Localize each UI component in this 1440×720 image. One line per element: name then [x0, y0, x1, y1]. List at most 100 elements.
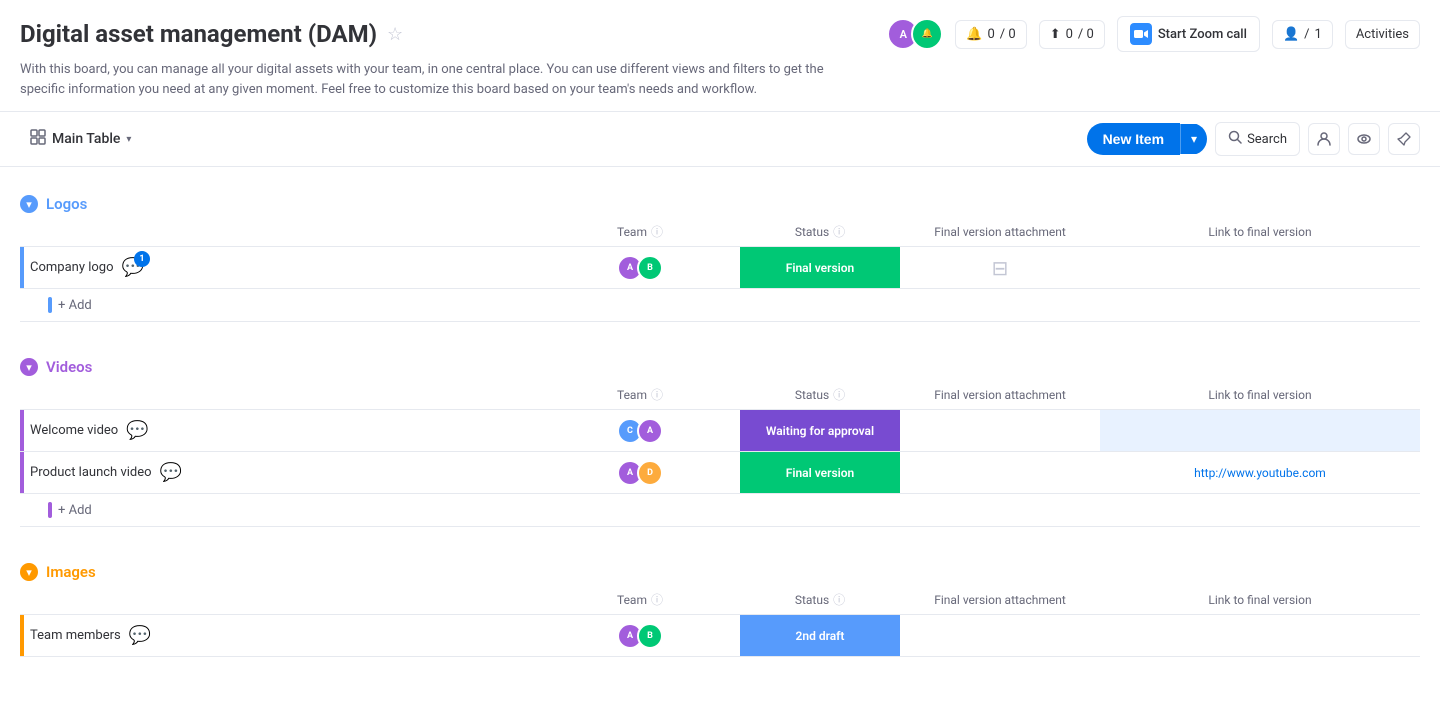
group-logos-collapse[interactable]: ▾: [20, 195, 38, 213]
group-logos-title[interactable]: Logos: [46, 195, 87, 213]
videos-row-1-status[interactable]: Final version: [740, 452, 900, 493]
zoom-icon: [1130, 23, 1152, 45]
chat-icon[interactable]: 💬: [129, 625, 151, 646]
status-badge[interactable]: Waiting for approval: [740, 410, 900, 451]
people-icon: 👤: [1283, 27, 1299, 42]
notification-wrapper: 💬 1: [122, 257, 144, 278]
header-right: A 🔔 🔔 0 / 0 ⬆ 0 / 0 Start: [887, 16, 1420, 52]
logos-table: Team ⓘ Status ⓘ Final version attachment…: [20, 213, 1420, 322]
group-images: ▾ Images Team ⓘ Status ⓘ Final version a…: [20, 563, 1420, 657]
group-videos: ▾ Videos Team ⓘ Status ⓘ Final version a…: [20, 358, 1420, 527]
new-item-main-btn[interactable]: New Item: [1087, 123, 1180, 155]
logos-row-0: Company logo 💬 1 A B Final version: [20, 247, 1420, 289]
status-info-icon-i[interactable]: ⓘ: [833, 591, 845, 608]
zoom-btn[interactable]: Start Zoom call: [1117, 16, 1260, 52]
team-avatar-2: B: [637, 255, 663, 281]
group-videos-title[interactable]: Videos: [46, 358, 92, 376]
videos-row-0-team[interactable]: C A: [540, 410, 740, 451]
avatar-group-row: A B: [617, 255, 663, 281]
link-anchor[interactable]: http://www.youtube.com: [1194, 466, 1326, 480]
logos-row-0-status[interactable]: Final version: [740, 247, 900, 288]
main-table-btn[interactable]: Main Table ▾: [20, 123, 141, 155]
chevron-down-icon: ▾: [126, 134, 131, 145]
images-row-0-status[interactable]: 2nd draft: [740, 615, 900, 656]
videos-col-status: Status ⓘ: [740, 386, 900, 403]
team-info-icon-v[interactable]: ⓘ: [651, 386, 663, 403]
team-avatar-2: B: [637, 623, 663, 649]
row-name-text: Product launch video: [30, 465, 152, 480]
videos-row-0-name: Welcome video 💬: [24, 410, 540, 451]
chat-icon[interactable]: 💬: [160, 462, 182, 483]
people-count: 1: [1315, 27, 1322, 42]
logos-col-link: Link to final version: [1100, 225, 1420, 239]
logos-col-attachment: Final version attachment: [900, 225, 1100, 239]
group-logos-header: ▾ Logos: [20, 195, 1420, 213]
status-badge[interactable]: Final version: [740, 247, 900, 288]
status-badge[interactable]: Final version: [740, 452, 900, 493]
toolbar: Main Table ▾ New Item ▾ Search: [0, 112, 1440, 167]
videos-col-attachment: Final version attachment: [900, 388, 1100, 402]
new-item-btn[interactable]: New Item ▾: [1087, 123, 1208, 155]
new-item-dropdown-btn[interactable]: ▾: [1180, 124, 1207, 154]
videos-row-1-attachment: [900, 452, 1100, 493]
people-btn[interactable]: 👤 / 1: [1272, 20, 1333, 49]
add-row-border: [48, 297, 52, 313]
status-info-icon-v[interactable]: ⓘ: [833, 386, 845, 403]
status-badge[interactable]: 2nd draft: [740, 615, 900, 656]
row-name-text: Welcome video: [30, 423, 118, 438]
board-title: Digital asset management (DAM): [20, 20, 377, 48]
star-icon[interactable]: ☆: [387, 24, 403, 45]
eye-icon-btn[interactable]: [1348, 123, 1380, 155]
notification-badge: 1: [134, 251, 150, 267]
group-images-title[interactable]: Images: [46, 563, 96, 581]
activity-btn[interactable]: Activities: [1345, 20, 1420, 49]
link-highlight[interactable]: [1100, 410, 1420, 451]
content: ▾ Logos Team ⓘ Status ⓘ Final version at…: [0, 195, 1440, 657]
avatar-group[interactable]: A 🔔: [887, 18, 943, 50]
videos-row-0-status[interactable]: Waiting for approval: [740, 410, 900, 451]
toolbar-right: New Item ▾ Search: [1087, 122, 1420, 156]
group-logos: ▾ Logos Team ⓘ Status ⓘ Final version at…: [20, 195, 1420, 322]
row-name-text: Team members: [30, 628, 121, 643]
avatar-group-row: A D: [617, 460, 663, 486]
logos-row-0-team[interactable]: A B: [540, 247, 740, 288]
logos-col-status: Status ⓘ: [740, 223, 900, 240]
group-images-collapse[interactable]: ▾: [20, 563, 38, 581]
group-images-header: ▾ Images: [20, 563, 1420, 581]
images-row-0-name: Team members 💬: [24, 615, 540, 656]
team-info-icon[interactable]: ⓘ: [651, 223, 663, 240]
avatar-group-row: A B: [617, 623, 663, 649]
search-btn[interactable]: Search: [1215, 122, 1300, 156]
videos-row-0-link: [1100, 410, 1420, 451]
chat-icon[interactable]: 💬: [126, 420, 148, 441]
add-row-border: [48, 502, 52, 518]
videos-row-1-link[interactable]: http://www.youtube.com: [1100, 452, 1420, 493]
team-info-icon-i[interactable]: ⓘ: [651, 591, 663, 608]
person-icon-btn[interactable]: [1308, 123, 1340, 155]
images-row-0-attachment: [900, 615, 1100, 656]
group-videos-collapse[interactable]: ▾: [20, 358, 38, 376]
videos-row-1-team[interactable]: A D: [540, 452, 740, 493]
notifications-btn[interactable]: 🔔 0 / 0: [955, 20, 1026, 49]
images-row-0-link: [1100, 615, 1420, 656]
images-col-link: Link to final version: [1100, 593, 1420, 607]
avatar-2: 🔔: [911, 18, 943, 50]
videos-row-0: Welcome video 💬 C A Waiting for approval: [20, 410, 1420, 452]
updates-btn[interactable]: ⬆ 0 / 0: [1039, 20, 1105, 49]
images-col-attachment: Final version attachment: [900, 593, 1100, 607]
logos-row-0-attachment[interactable]: ⊟: [900, 247, 1100, 288]
notifications-count: 0: [987, 27, 994, 42]
pin-icon-btn[interactable]: [1388, 123, 1420, 155]
activity-label: Activities: [1356, 27, 1409, 42]
header: Digital asset management (DAM) ☆ A 🔔 🔔 0…: [0, 0, 1440, 112]
videos-add-row[interactable]: + Add: [20, 494, 1420, 527]
add-row-label: + Add: [58, 298, 92, 313]
updates-icon: ⬆: [1050, 27, 1061, 42]
logos-table-header: Team ⓘ Status ⓘ Final version attachment…: [20, 217, 1420, 247]
logos-add-row[interactable]: + Add: [20, 289, 1420, 322]
toolbar-left: Main Table ▾: [20, 123, 141, 155]
status-info-icon[interactable]: ⓘ: [833, 223, 845, 240]
board-description: With this board, you can manage all your…: [20, 60, 840, 111]
images-row-0-team[interactable]: A B: [540, 615, 740, 656]
row-name-text: Company logo: [30, 260, 114, 275]
